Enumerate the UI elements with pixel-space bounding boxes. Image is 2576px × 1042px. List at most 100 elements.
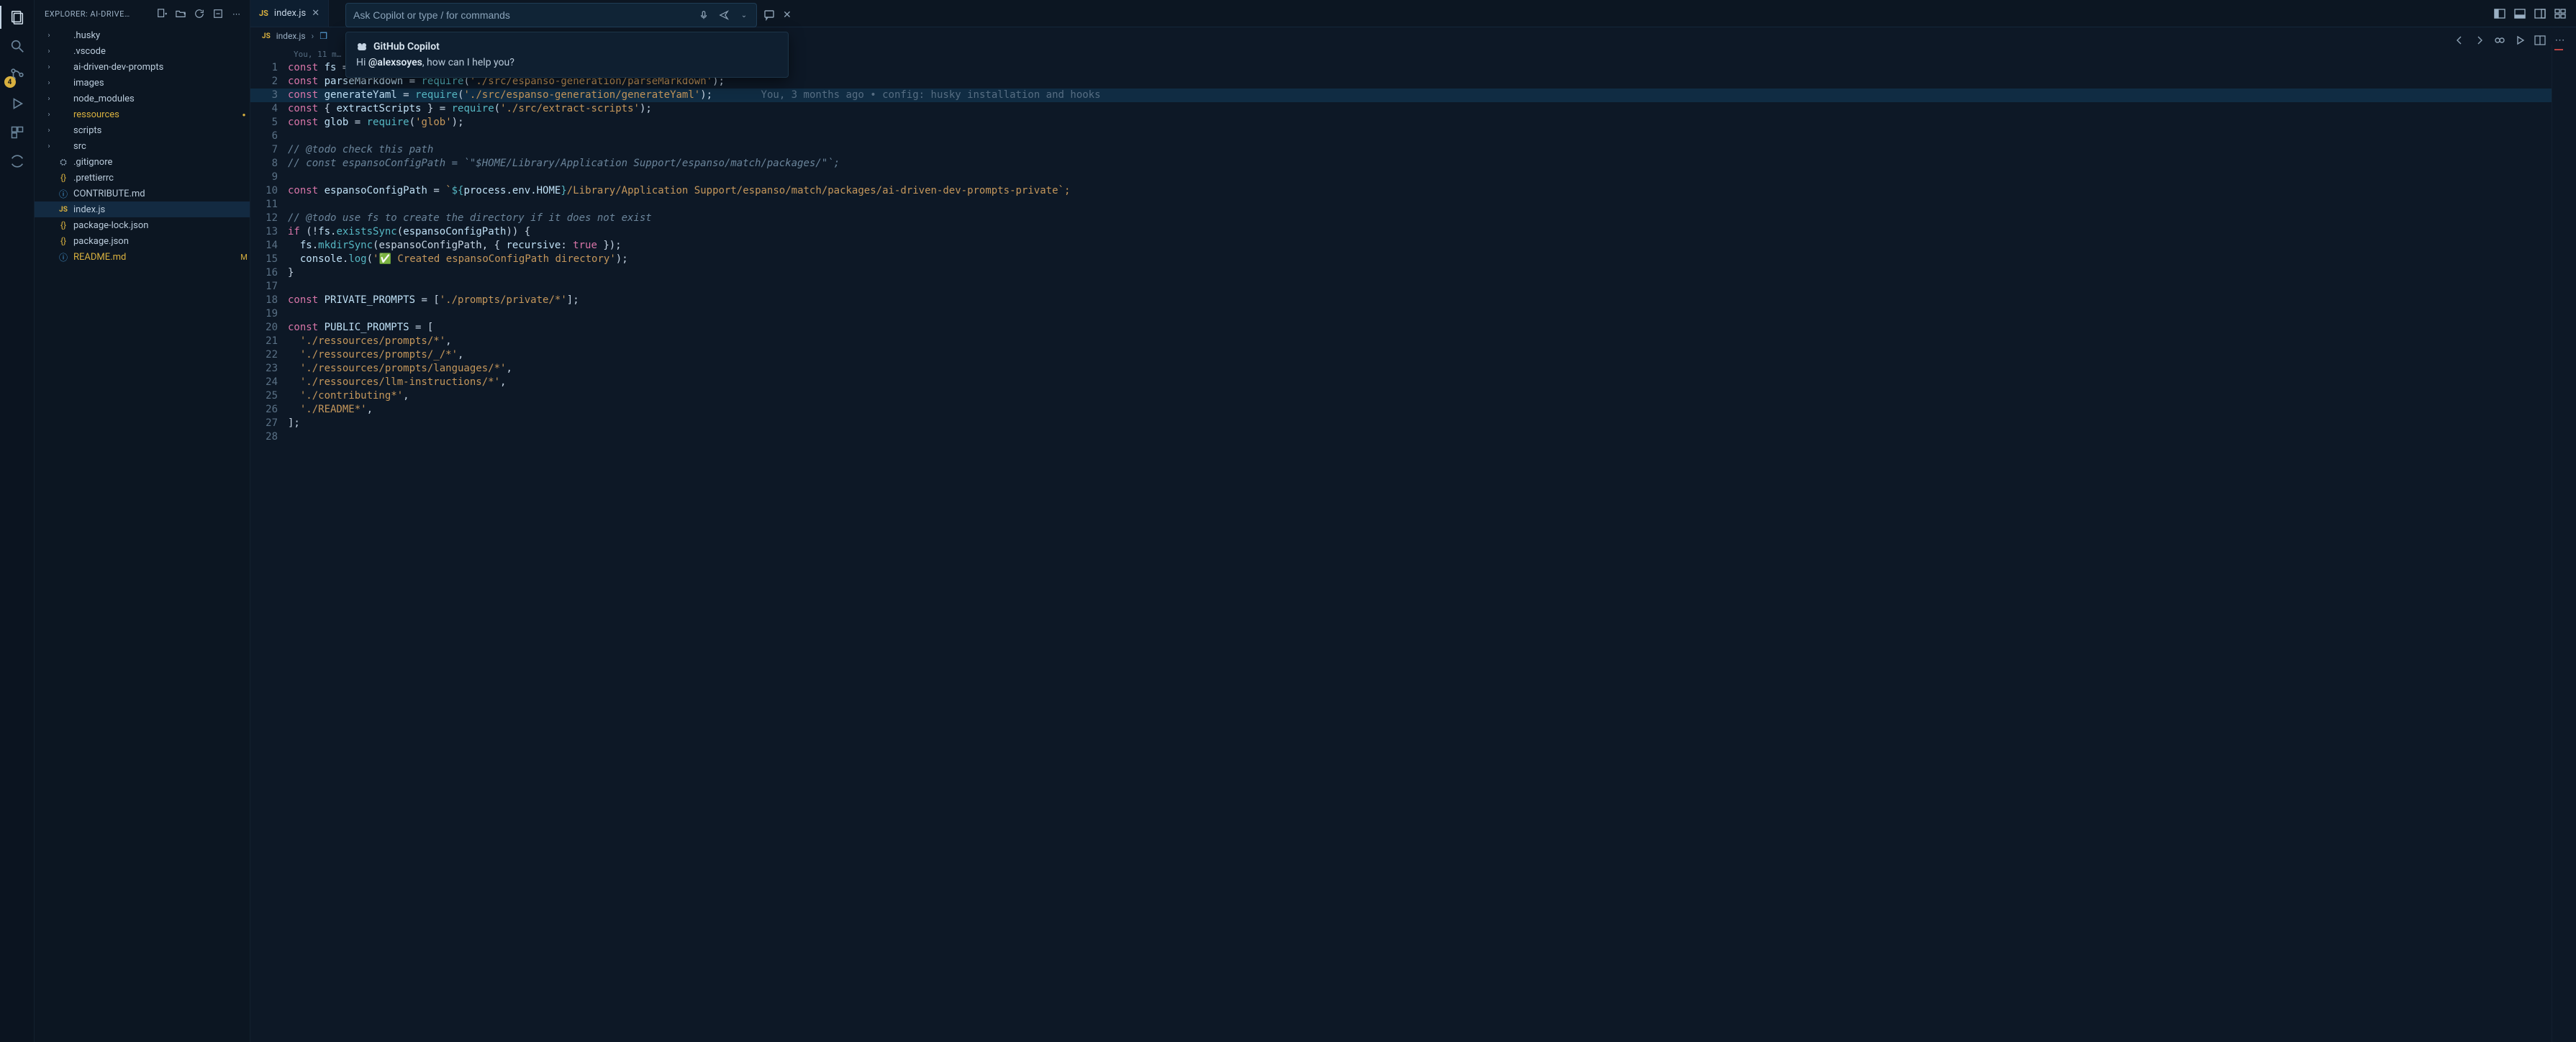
file-icon: ⛭ [58, 157, 69, 168]
file-row-readme-md[interactable]: ⓘREADME.mdM [35, 249, 250, 265]
file-row-contribute-md[interactable]: ⓘCONTRIBUTE.md [35, 186, 250, 201]
tree-item-label: node_modules [73, 94, 234, 104]
mic-icon[interactable] [697, 9, 710, 22]
scm-badge: 4 [4, 76, 16, 88]
explorer-sidebar: EXPLORER: AI-DRIVE… ⋯ ›.husky›.vscode›ai… [35, 0, 250, 1042]
code-line[interactable]: 17 [250, 280, 2552, 294]
chevron-right-icon: › [45, 47, 53, 55]
code-line[interactable]: 10const espansoConfigPath = `${process.e… [250, 184, 2552, 198]
code-line[interactable]: 15 console.log('✅ Created espansoConfigP… [250, 253, 2552, 266]
collapse-icon[interactable] [212, 8, 224, 19]
js-file-icon: JS [262, 32, 271, 40]
close-icon[interactable]: ✕ [312, 8, 319, 19]
chevron-right-icon: › [45, 142, 53, 150]
code-line[interactable]: 25 './contributing*', [250, 389, 2552, 403]
code-line[interactable]: 7// @todo check this path [250, 143, 2552, 157]
explorer-header: EXPLORER: AI-DRIVE… ⋯ [35, 0, 250, 27]
folder-row--vscode[interactable]: › .vscode [35, 43, 250, 59]
layout-custom-icon[interactable] [2554, 8, 2566, 19]
editor-scroll[interactable]: You, 11 m…1const fs = require('fs');2con… [250, 45, 2552, 1042]
file-row-index-js[interactable]: JSindex.js [35, 201, 250, 217]
code-line[interactable]: 12// @todo use fs to create the director… [250, 212, 2552, 225]
folder-row-ressources[interactable]: ›ressources● [35, 107, 250, 122]
go-forward-icon[interactable] [2474, 35, 2485, 46]
tree-item-label: .prettierrc [73, 173, 234, 184]
editor-body: You, 11 m…1const fs = require('fs');2con… [250, 45, 2576, 1042]
code-line[interactable]: 20const PUBLIC_PROMPTS = [ [250, 321, 2552, 335]
editor-area: JS index.js ✕ [250, 0, 2576, 1042]
code-line[interactable]: 3const generateYaml = require('./src/esp… [250, 89, 2552, 102]
tree-item-label: .vscode [73, 46, 234, 57]
search-icon[interactable] [9, 37, 26, 55]
tree-item-label: scripts [73, 125, 234, 136]
code-line[interactable]: 13if (!fs.existsSync(espansoConfigPath))… [250, 225, 2552, 239]
folder-row-ai-driven-dev-prompts[interactable]: ›ai-driven-dev-prompts [35, 59, 250, 75]
folder-row-images[interactable]: ›images [35, 75, 250, 91]
code-line[interactable]: 9 [250, 171, 2552, 184]
code-line[interactable]: 11 [250, 198, 2552, 212]
code-line[interactable]: 4const { extractScripts } = require('./s… [250, 102, 2552, 116]
tree-item-label: ai-driven-dev-prompts [73, 62, 234, 73]
run-icon[interactable] [2514, 35, 2526, 46]
code-line[interactable]: 16} [250, 266, 2552, 280]
folder-row--husky[interactable]: ›.husky [35, 27, 250, 43]
layout-primary-icon[interactable] [2494, 8, 2505, 19]
editor-actions: ⋯ [2454, 35, 2566, 46]
layout-panel-icon[interactable] [2514, 8, 2526, 19]
symbol-icon: ❒ [319, 31, 327, 41]
debug-icon[interactable] [9, 95, 26, 112]
chevron-right-icon: › [45, 95, 53, 103]
file-row--prettierrc[interactable]: {} .prettierrc [35, 170, 250, 186]
code-line[interactable]: 18const PRIVATE_PROMPTS = ['./prompts/pr… [250, 294, 2552, 307]
extensions-icon[interactable] [9, 124, 26, 141]
json-file-icon: {} [58, 173, 69, 183]
code-line[interactable]: 23 './ressources/prompts/languages/*', [250, 362, 2552, 376]
folder-row-scripts[interactable]: ›scripts [35, 122, 250, 138]
send-icon[interactable] [717, 9, 730, 22]
compare-icon[interactable] [2494, 35, 2505, 46]
file-row-package-lock-json[interactable]: {}package-lock.json [35, 217, 250, 233]
tree-item-label: README.md [73, 252, 234, 263]
code-line[interactable]: 5const glob = require('glob'); [250, 116, 2552, 130]
folder-row-src[interactable]: ›src [35, 138, 250, 154]
copilot-input[interactable] [353, 9, 690, 21]
code-line[interactable]: 14 fs.mkdirSync(espansoConfigPath, { rec… [250, 239, 2552, 253]
folder-row-node-modules[interactable]: › node_modules [35, 91, 250, 107]
new-file-icon[interactable] [156, 8, 168, 19]
tree-item-label: ressources [73, 109, 234, 120]
copilot-input-box[interactable]: ⌄ [345, 3, 757, 27]
chevron-right-icon: › [45, 111, 53, 119]
code-line[interactable]: 28 [250, 430, 2552, 444]
code-line[interactable]: 22 './ressources/prompts/_/*', [250, 348, 2552, 362]
code-view[interactable]: You, 11 m…1const fs = require('fs');2con… [250, 45, 2552, 444]
split-icon[interactable] [2534, 35, 2546, 46]
code-line[interactable]: 8// const espansoConfigPath = `"$HOME/Li… [250, 157, 2552, 171]
vertical-scrollbar[interactable] [2566, 45, 2576, 1042]
breadcrumb-file: index.js [276, 31, 306, 41]
code-line[interactable]: 26 './README*', [250, 403, 2552, 417]
dismiss-icon[interactable]: ✕ [783, 9, 792, 21]
code-line[interactable]: 21 './ressources/prompts/*', [250, 335, 2552, 348]
tab-index-js[interactable]: JS index.js ✕ [250, 0, 329, 27]
refresh-icon[interactable] [194, 8, 205, 19]
copilot-logo-icon [356, 41, 368, 53]
go-back-icon[interactable] [2454, 35, 2465, 46]
tree-item-label: package-lock.json [73, 220, 234, 231]
file-row--gitignore[interactable]: ⛭.gitignore [35, 154, 250, 170]
file-row-package-json[interactable]: {}package.json [35, 233, 250, 249]
more-icon[interactable]: ⋯ [2554, 35, 2566, 46]
tree-item-label: .husky [73, 30, 234, 41]
remote-icon[interactable] [9, 153, 26, 170]
more-icon[interactable]: ⋯ [231, 8, 242, 19]
explorer-icon[interactable] [9, 9, 26, 26]
new-folder-icon[interactable] [175, 8, 186, 19]
code-line[interactable]: 27]; [250, 417, 2552, 430]
layout-secondary-icon[interactable] [2534, 8, 2546, 19]
chevron-down-icon[interactable]: ⌄ [738, 9, 750, 22]
chat-icon[interactable] [764, 9, 776, 21]
code-line[interactable]: 6 [250, 130, 2552, 143]
code-line[interactable]: 19 [250, 307, 2552, 321]
code-line[interactable]: 24 './ressources/llm-instructions/*', [250, 376, 2552, 389]
minimap[interactable] [2552, 45, 2566, 1042]
scm-icon[interactable]: 4 [9, 66, 26, 83]
